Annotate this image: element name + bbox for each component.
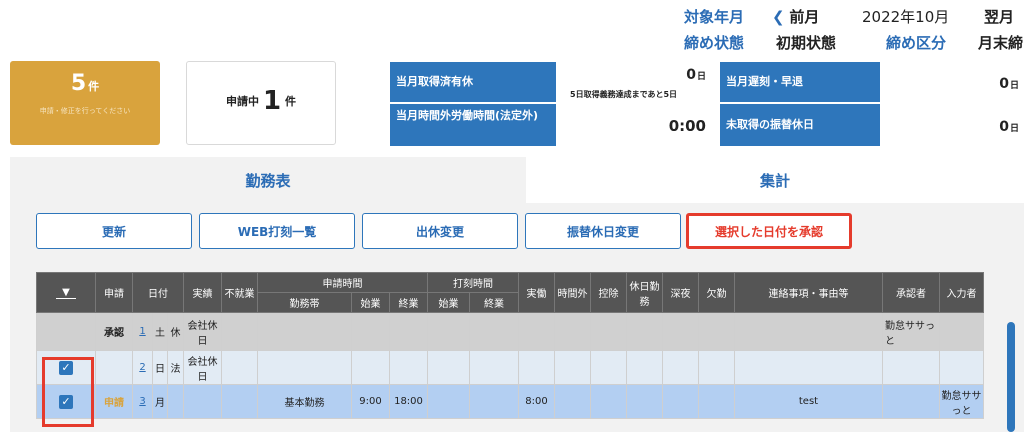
weekday: 日 (152, 350, 168, 385)
pending-note: 申請・修正を行ってください (39, 107, 131, 115)
chevron-left-icon: ❮ (772, 8, 785, 26)
comp-holiday-change-button[interactable]: 振替休日変更 (525, 213, 681, 249)
tab-summary[interactable]: 集計 (526, 157, 1024, 203)
next-month-link[interactable]: 翌月 (984, 6, 1014, 27)
comp-holiday-label: 未取得の振替休日 (720, 104, 880, 146)
actual-cell: 会社休日 (183, 312, 222, 351)
attendance-change-button[interactable]: 出休変更 (362, 213, 518, 249)
col-end: 終業 (389, 292, 428, 313)
paid-leave-note: 5日取得義務達成まであと5日 (570, 90, 678, 99)
day-link[interactable]: 2 (139, 362, 145, 373)
col-approver: 承認者 (882, 272, 940, 313)
applying-card[interactable]: 申請中 1 件 (186, 61, 336, 145)
late-label: 当月遅刻・早退 (720, 62, 880, 102)
approve-selected-button[interactable]: 選択した日付を承認 (686, 213, 852, 249)
close-category-label: 締め区分 (886, 34, 947, 52)
pending-count: 5 (70, 71, 87, 96)
shift-cell: 基本勤務 (257, 384, 352, 419)
refresh-button[interactable]: 更新 (36, 213, 192, 249)
prev-month-link[interactable]: ❮ 前月 (772, 6, 819, 27)
tab-attendance-sheet[interactable]: 勤務表 (10, 157, 526, 203)
select-all-toggle[interactable]: ▼ (36, 272, 96, 313)
col-absence: 欠勤 (698, 272, 735, 313)
notes-cell: test (734, 384, 883, 419)
col-stamp-end: 終業 (469, 292, 519, 313)
paid-leave-value: 0 (686, 67, 696, 83)
day-link[interactable]: 3 (139, 396, 145, 407)
col-nonwork: 不就業 (221, 272, 258, 313)
col-date: 日付 (132, 272, 184, 313)
paid-leave-label: 当月取得済有休 (390, 62, 556, 102)
start-cell: 9:00 (351, 384, 390, 419)
month-value: 2022年10月 (862, 8, 950, 26)
col-night: 深夜 (662, 272, 699, 313)
col-inputter: 入力者 (939, 272, 984, 313)
close-category-value: 月末締 (978, 34, 1024, 52)
col-stamp-start: 始業 (427, 292, 470, 313)
col-notes: 連絡事項・事由等 (734, 272, 883, 313)
col-start: 始業 (351, 292, 390, 313)
weekday: 月 (152, 384, 168, 419)
col-stamp-time: 打刻時間 (427, 272, 519, 293)
row-checkbox-cell (36, 312, 96, 351)
pending-requests-card[interactable]: 5件 申請・修正を行ってください (10, 61, 160, 145)
attendance-table: ▼ 申請 日付 実績 不就業 申請時間 打刻時間 実働 時間外 控除 休日勤務 … (36, 272, 984, 419)
table-row: ✓ 2 日 法 会社休日 (36, 350, 984, 385)
col-request-time: 申請時間 (257, 272, 428, 293)
close-status-label: 締め状態 (684, 34, 745, 52)
checkbox-highlight (42, 357, 94, 427)
col-deduct: 控除 (590, 272, 627, 313)
actual-cell: 会社休日 (183, 350, 222, 385)
weekday: 土 (152, 312, 168, 351)
vertical-scrollbar[interactable] (1007, 322, 1015, 432)
day-kind: 休 (167, 312, 184, 351)
comp-holiday-value: 0 (999, 119, 1009, 135)
table-row: ✓ 申請 3 月 基本勤務 9:00 18:00 8:00 test 勤怠ササっ… (36, 384, 984, 419)
end-cell: 18:00 (389, 384, 428, 419)
col-shift: 勤務帯 (257, 292, 352, 313)
col-worked: 実働 (518, 272, 555, 313)
overtime-value: 0:00 (668, 117, 706, 135)
apply-status: 申請 (104, 398, 124, 409)
day-kind (167, 384, 184, 419)
late-value: 0 (999, 76, 1009, 92)
target-month-label: 対象年月 (684, 8, 745, 26)
applying-count: 1 (262, 86, 282, 116)
inputter-cell: 勤怠ササっと (939, 384, 984, 419)
table-row: 承認 1 土 休 会社休日 勤怠ササっと (36, 312, 984, 351)
col-actual: 実績 (183, 272, 222, 313)
apply-status (95, 350, 133, 385)
col-holiday-work: 休日勤務 (626, 272, 663, 313)
apply-status: 承認 (104, 328, 124, 339)
day-kind: 法 (167, 350, 184, 385)
web-stamp-list-button[interactable]: WEB打刻一覧 (199, 213, 355, 249)
approver-cell: 勤怠ササっと (882, 312, 940, 351)
overtime-label: 当月時間外労働時間(法定外) (390, 104, 556, 146)
day-link[interactable]: 1 (139, 326, 145, 337)
close-status-value: 初期状態 (776, 34, 837, 52)
col-apply: 申請 (95, 272, 133, 313)
actual-cell (183, 384, 222, 419)
col-overtime: 時間外 (554, 272, 591, 313)
worked-cell: 8:00 (518, 384, 555, 419)
